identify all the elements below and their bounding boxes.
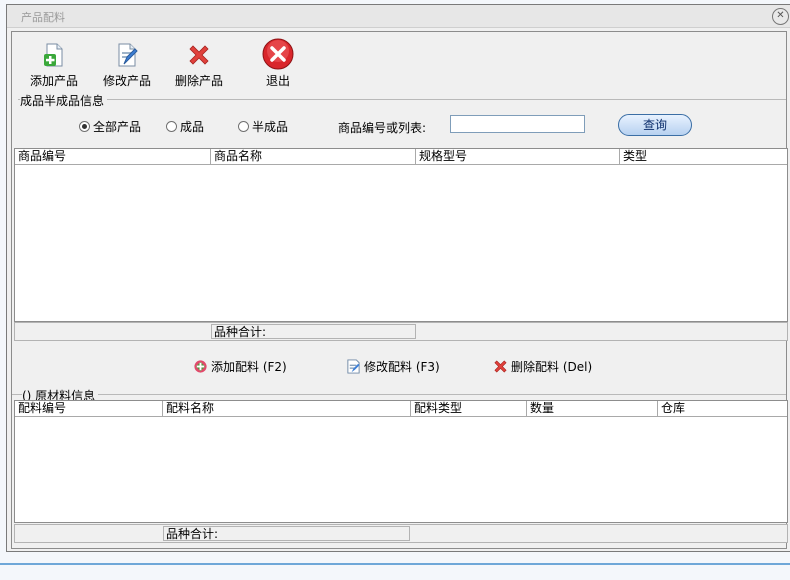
delete-ingredient-label: 删除配料 (Del)	[511, 360, 593, 374]
radio-unselected-icon	[238, 121, 249, 132]
product-summary-cell: 品种合计:	[211, 324, 416, 339]
column-material-type[interactable]: 配料类型	[411, 401, 527, 416]
column-product-code[interactable]: 商品编号	[15, 149, 211, 164]
add-document-icon	[41, 42, 67, 68]
edit-ingredient-icon	[347, 359, 360, 374]
window-title: 产品配料	[21, 11, 65, 24]
radio-finished-label: 成品	[180, 120, 205, 134]
material-table[interactable]: 配料编号 配料名称 配料类型 数量 仓库	[14, 400, 788, 523]
radio-semi-finished[interactable]: 半成品	[238, 118, 288, 135]
column-quantity[interactable]: 数量	[527, 401, 658, 416]
column-warehouse[interactable]: 仓库	[658, 401, 789, 416]
product-search-input[interactable]	[450, 115, 585, 133]
title-bar[interactable]: 产品配料 ✕	[7, 5, 790, 28]
edit-document-icon	[114, 42, 140, 68]
exit-label: 退出	[265, 74, 290, 88]
delete-x-icon	[186, 42, 212, 68]
exit-button[interactable]: 退出	[248, 36, 308, 89]
product-group-title: 成品半成品信息	[20, 92, 108, 109]
radio-selected-icon	[79, 121, 90, 132]
search-label: 商品编号或列表:	[338, 121, 427, 135]
product-group-border	[18, 99, 786, 100]
edit-ingredient-button[interactable]: 修改配料 (F3)	[346, 358, 440, 375]
column-material-code[interactable]: 配料编号	[15, 401, 163, 416]
edit-ingredient-label: 修改配料 (F3)	[364, 360, 440, 374]
radio-finished[interactable]: 成品	[166, 118, 204, 135]
product-table[interactable]: 商品编号 商品名称 规格型号 类型	[14, 148, 788, 322]
column-product-name[interactable]: 商品名称	[211, 149, 416, 164]
product-ingredient-window: 产品配料 ✕ 添加产品 修改产品 删除产品 退出 成品半成品信息 全部产品 成品…	[6, 4, 790, 552]
column-material-name[interactable]: 配料名称	[163, 401, 411, 416]
material-table-header: 配料编号 配料名称 配料类型 数量 仓库	[15, 401, 787, 417]
add-ingredient-icon	[194, 360, 207, 373]
product-table-header: 商品编号 商品名称 规格型号 类型	[15, 149, 787, 165]
delete-ingredient-icon	[494, 360, 507, 373]
close-icon[interactable]: ✕	[772, 8, 789, 25]
add-ingredient-label: 添加配料 (F2)	[211, 360, 287, 374]
column-product-type[interactable]: 类型	[620, 149, 789, 164]
background-divider	[0, 563, 790, 565]
window-client-area: 添加产品 修改产品 删除产品 退出 成品半成品信息 全部产品 成品 半成品 商品…	[11, 31, 788, 549]
delete-product-button[interactable]: 删除产品	[167, 36, 231, 89]
material-group-border	[12, 394, 786, 395]
material-summary-bar: 品种合计:	[14, 524, 788, 543]
delete-ingredient-button[interactable]: 删除配料 (Del)	[493, 358, 592, 375]
edit-product-label: 修改产品	[102, 74, 151, 88]
exit-circle-icon	[262, 38, 294, 70]
radio-unselected-icon	[166, 121, 177, 132]
radio-all-products-label: 全部产品	[93, 120, 142, 134]
radio-semi-finished-label: 半成品	[252, 120, 289, 134]
material-summary-cell: 品种合计:	[163, 526, 410, 541]
product-summary-bar: 品种合计:	[14, 322, 788, 341]
edit-product-button[interactable]: 修改产品	[95, 36, 159, 89]
add-ingredient-button[interactable]: 添加配料 (F2)	[193, 358, 287, 375]
column-spec-model[interactable]: 规格型号	[416, 149, 620, 164]
query-button[interactable]: 查询	[618, 114, 692, 136]
add-product-label: 添加产品	[29, 74, 78, 88]
delete-product-label: 删除产品	[174, 74, 223, 88]
radio-all-products[interactable]: 全部产品	[79, 118, 141, 135]
add-product-button[interactable]: 添加产品	[22, 36, 86, 89]
